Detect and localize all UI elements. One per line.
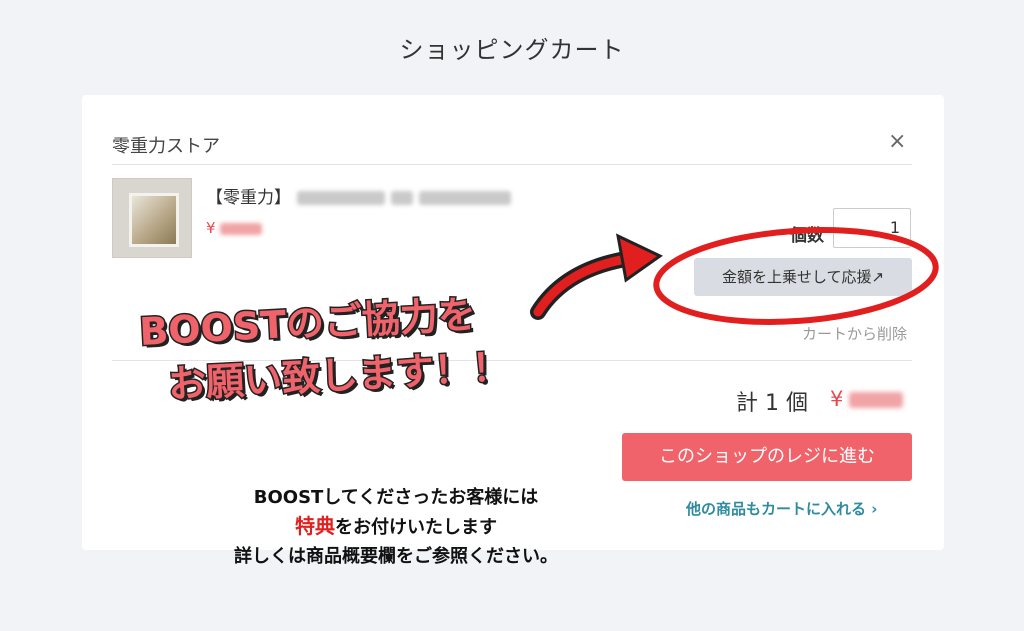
notice-line: BOOSTしてくださったお客様には: [253, 487, 539, 508]
arrow-head-icon: [616, 233, 663, 283]
arrow-outline: [530, 250, 640, 320]
boost-banner: BOOSTのご協力を お願い致します！！: [137, 284, 543, 413]
notice-highlight: 特典: [295, 514, 335, 538]
notice-line: 詳しくは商品概要欄をご参照ください。: [234, 546, 558, 567]
highlight-circle: [653, 227, 939, 325]
notice-text: をお付けいたします: [335, 517, 497, 538]
bonus-notice: BOOSTしてくださったお客様には 特典をお付けいたします 詳しくは商品概要欄を…: [196, 483, 596, 571]
notice-line: 特典をお付けいたします: [196, 512, 596, 542]
